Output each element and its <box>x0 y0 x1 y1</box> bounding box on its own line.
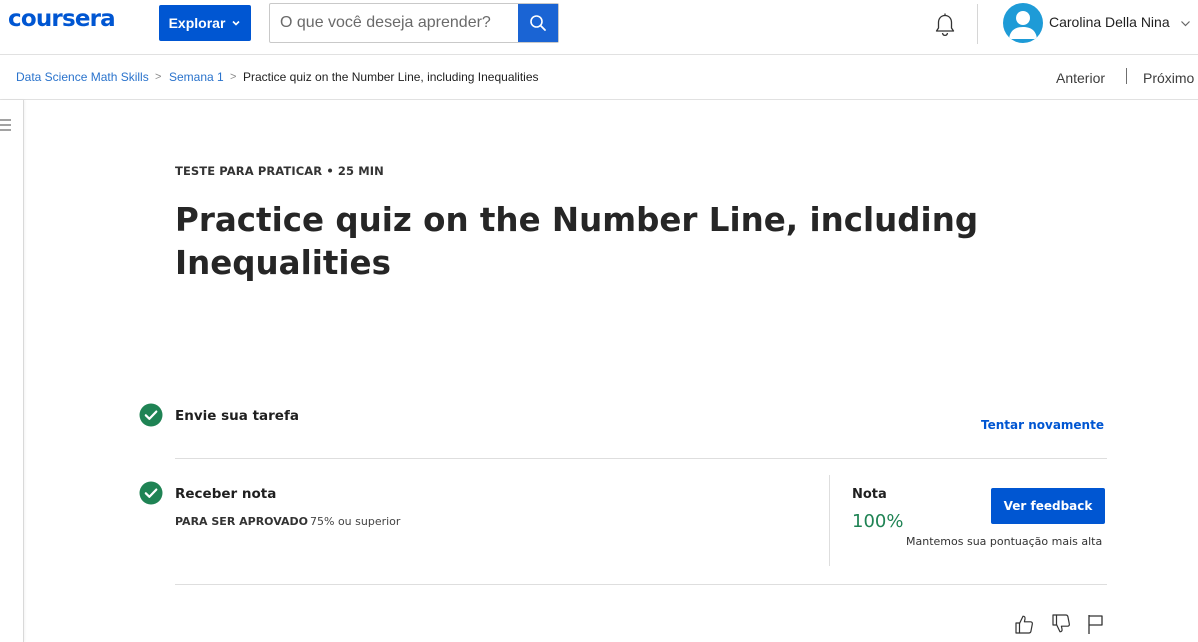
explore-button-label: Explorar <box>168 15 226 31</box>
top-header: coursera Explorar Carolina Della Nina <box>0 0 1198 55</box>
breadcrumb-week-link[interactable]: Semana 1 <box>169 70 224 84</box>
chevron-down-icon <box>232 20 240 26</box>
search-input[interactable] <box>270 4 518 42</box>
pass-requirement-value: 75% ou superior <box>310 515 401 528</box>
page-title: Practice quiz on the Number Line, includ… <box>175 201 979 282</box>
check-circle-icon <box>139 403 163 427</box>
user-name[interactable]: Carolina Della Nina <box>1049 14 1170 30</box>
avatar[interactable] <box>1003 3 1043 43</box>
section-divider <box>175 458 1107 459</box>
grade-panel-divider <box>829 475 830 566</box>
submit-step-title: Envie sua tarefa <box>175 408 299 424</box>
pass-requirement-label: PARA SER APROVADO <box>175 515 308 528</box>
view-feedback-button[interactable]: Ver feedback <box>991 488 1105 524</box>
nav-divider <box>1126 68 1127 84</box>
section-divider <box>175 584 1107 585</box>
bell-icon[interactable] <box>932 12 958 38</box>
breadcrumb-course-link[interactable]: Data Science Math Skills <box>16 70 149 84</box>
header-divider <box>977 4 978 44</box>
check-circle-icon <box>139 481 163 505</box>
menu-icon[interactable] <box>0 118 12 132</box>
grade-value: 100% <box>852 511 904 532</box>
thumbs-down-icon[interactable] <box>1050 613 1072 635</box>
try-again-link[interactable]: Tentar novamente <box>981 418 1104 432</box>
search-button[interactable] <box>518 4 558 42</box>
explore-button[interactable]: Explorar <box>159 5 251 41</box>
chevron-down-icon[interactable] <box>1180 18 1191 29</box>
search-icon <box>530 15 546 31</box>
breadcrumb-current: Practice quiz on the Number Line, includ… <box>243 70 539 84</box>
breadcrumb-separator: > <box>230 71 237 83</box>
grade-note: Mantemos sua pontuação mais alta <box>906 535 1103 548</box>
thumbs-up-icon[interactable] <box>1013 613 1035 635</box>
left-rail <box>0 100 24 642</box>
user-icon <box>1009 11 1037 39</box>
flag-icon[interactable] <box>1085 613 1107 635</box>
grade-label: Nota <box>852 487 887 502</box>
next-link[interactable]: Próximo <box>1143 70 1194 86</box>
previous-link[interactable]: Anterior <box>1056 70 1105 86</box>
search-box <box>269 3 559 43</box>
breadcrumb-separator: > <box>155 71 162 83</box>
breadcrumb: Data Science Math Skills > Semana 1 > Pr… <box>0 55 1198 100</box>
item-type-label: TESTE PARA PRATICAR • 25 MIN <box>175 164 384 178</box>
coursera-logo[interactable]: coursera <box>8 6 116 32</box>
grade-step-title: Receber nota <box>175 486 277 502</box>
